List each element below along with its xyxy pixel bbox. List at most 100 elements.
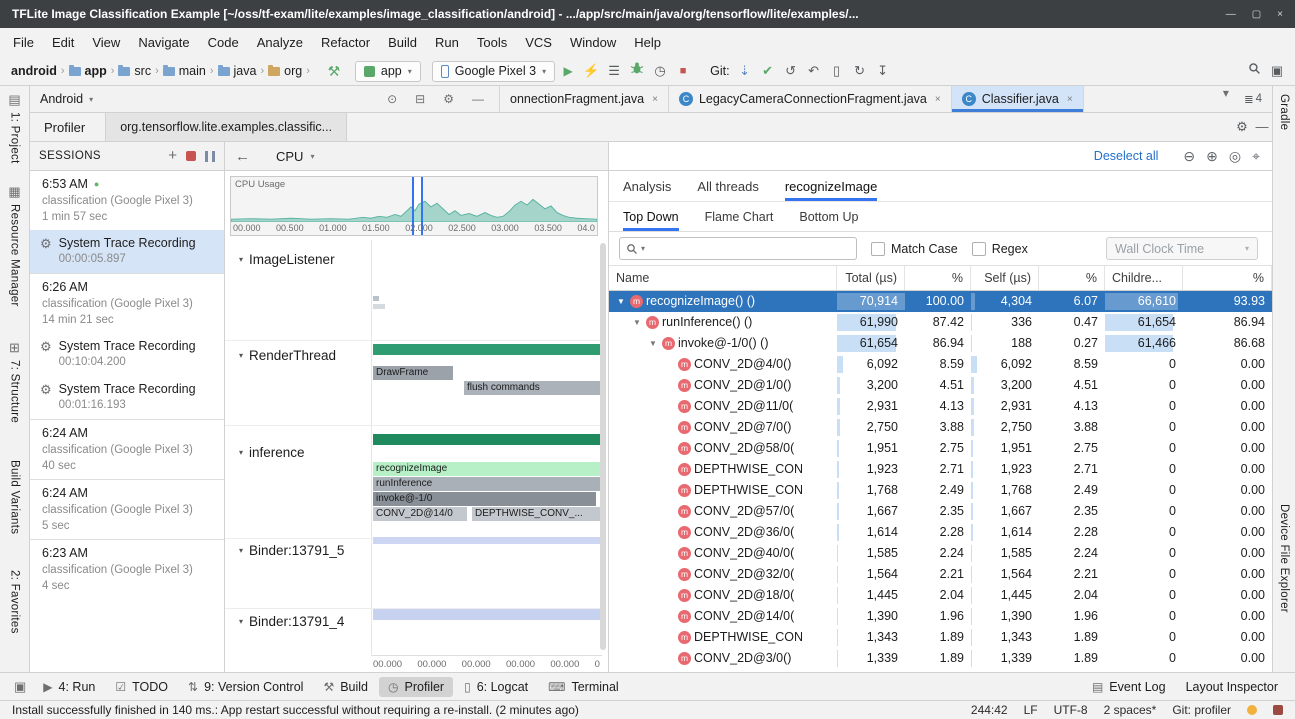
trace-span-conv2d[interactable]: CONV_2D@14/0 (373, 507, 467, 521)
column-self-pct[interactable]: % (1039, 266, 1105, 290)
table-row[interactable]: m CONV_2D@32/0( 1,564 2.21 1,564 2.21 0 … (609, 564, 1272, 585)
table-row[interactable]: m CONV_2D@40/0( 1,585 2.24 1,585 2.24 0 … (609, 543, 1272, 564)
menu-item[interactable]: Window (561, 35, 625, 50)
sidebar-item-resource-manager[interactable]: ▦ Resource Manager (0, 184, 29, 307)
cursor-position[interactable]: 244:42 (971, 703, 1008, 717)
indent-style[interactable]: 2 spaces* (1104, 703, 1157, 717)
sdk-manager-icon[interactable]: ↧ (873, 61, 893, 81)
zoom-in-icon[interactable]: ⊕ (1206, 148, 1218, 165)
session-entry[interactable]: 6:26 AM classification (Google Pixel 3) … (30, 273, 224, 333)
column-total[interactable]: Total (µs) (837, 266, 905, 290)
render-thread-activity-bar[interactable] (373, 344, 600, 355)
run-configuration-select[interactable]: app ▾ (355, 61, 421, 82)
locate-file-icon[interactable]: ⊙ (382, 92, 402, 106)
column-children-pct[interactable]: % (1183, 266, 1272, 290)
git-rollback-button[interactable]: ↶ (804, 61, 824, 81)
file-encoding[interactable]: UTF-8 (1054, 703, 1088, 717)
column-children[interactable]: Childre... (1105, 266, 1183, 290)
event-log-button[interactable]: ▤Event Log (1083, 677, 1175, 697)
table-row[interactable]: m CONV_2D@57/0( 1,667 2.35 1,667 2.35 0 … (609, 501, 1272, 522)
line-separator[interactable]: LF (1024, 703, 1038, 717)
editor-tab[interactable]: onnectionFragment.java × (500, 86, 669, 112)
menu-item[interactable]: View (83, 35, 129, 50)
project-settings-icon[interactable]: ⚙ (438, 92, 459, 106)
tab-analysis[interactable]: Analysis (623, 171, 671, 201)
sidebar-item-device-file-explorer[interactable]: Device File Explorer (1273, 504, 1295, 613)
close-tab-icon[interactable]: × (652, 94, 658, 105)
session-entry[interactable]: 6:23 AM classification (Google Pixel 3) … (30, 539, 224, 599)
breadcrumb-item[interactable]: android (8, 64, 60, 78)
sidebar-item-gradle[interactable]: Gradle (1273, 94, 1295, 130)
table-row[interactable]: m CONV_2D@36/0( 1,614 2.28 1,614 2.28 0 … (609, 522, 1272, 543)
menu-item[interactable]: Edit (43, 35, 83, 50)
layout-inspector-button[interactable]: Layout Inspector (1177, 677, 1287, 697)
menu-item[interactable]: Code (199, 35, 248, 50)
session-entry[interactable]: 6:24 AM classification (Google Pixel 3) … (30, 479, 224, 539)
chevron-down-icon[interactable]: ▾ (239, 546, 243, 555)
hide-profiler-icon[interactable]: — (1252, 117, 1272, 137)
tool-window-todo[interactable]: ☑TODO (106, 677, 177, 697)
profile-button[interactable]: ◷ (650, 61, 670, 81)
table-row[interactable]: m CONV_2D@7/0() 2,750 3.88 2,750 3.88 0 … (609, 417, 1272, 438)
editor-tab[interactable]: C LegacyCameraConnectionFragment.java × (669, 86, 952, 112)
menu-item[interactable]: VCS (516, 35, 561, 50)
cpu-usage-chart[interactable]: CPU Usage 00.00000.50001.00001.50002.000… (230, 176, 598, 236)
table-row[interactable]: m CONV_2D@3/0() 1,339 1.89 1,339 1.89 0 … (609, 648, 1272, 669)
thread-image-listener[interactable]: ▾ImageListener (239, 252, 335, 267)
tab-bottom-up[interactable]: Bottom Up (799, 202, 858, 231)
maximize-window-icon[interactable]: ▢ (1252, 9, 1261, 20)
binder4-activity-bar[interactable] (373, 609, 600, 620)
expander-icon[interactable]: ▼ (631, 312, 643, 333)
tool-window-build[interactable]: ⚒Build (314, 677, 377, 697)
sidebar-item-project[interactable]: ▤ 1: Project (0, 92, 29, 164)
editor-tab-selected[interactable]: C Classifier.java × (952, 86, 1084, 112)
inference-activity-bar[interactable] (373, 434, 600, 445)
tab-flame-chart[interactable]: Flame Chart (705, 202, 774, 231)
expander-icon[interactable]: ▼ (615, 291, 627, 312)
table-row[interactable]: m CONV_2D@1/0() 3,200 4.51 3,200 4.51 0 … (609, 375, 1272, 396)
thread-inference[interactable]: ▾inference (239, 445, 305, 460)
profiler-session-tab[interactable]: org.tensorflow.lite.examples.classific..… (105, 113, 347, 141)
recording-entry-selected[interactable]: ⚙ System Trace Recording 00:00:05.897 (30, 230, 224, 273)
table-row[interactable]: m CONV_2D@14/0( 1,390 1.96 1,390 1.96 0 … (609, 606, 1272, 627)
device-select[interactable]: Google Pixel 3 ▾ (432, 61, 555, 82)
table-row[interactable]: m DEPTHWISE_CON 1,768 2.49 1,768 2.49 0 … (609, 480, 1272, 501)
sidebar-item-build-variants[interactable]: Build Variants (0, 460, 29, 534)
column-name[interactable]: Name (609, 266, 837, 290)
git-update-button[interactable]: ⇣ (735, 61, 755, 81)
table-row[interactable]: ▼ m recognizeImage() () 70,914 100.00 4,… (609, 291, 1272, 312)
menu-item[interactable]: Run (426, 35, 468, 50)
menu-item[interactable]: Help (625, 35, 670, 50)
debug-button[interactable] (627, 61, 647, 81)
reset-zoom-icon[interactable]: ◎ (1229, 148, 1241, 165)
menu-item[interactable]: Build (379, 35, 426, 50)
collapse-all-icon[interactable]: ⊟ (410, 92, 430, 106)
breadcrumb-item[interactable]: app (66, 64, 110, 78)
tool-window-profiler[interactable]: ◷Profiler (379, 677, 453, 697)
vertical-scrollbar[interactable] (600, 243, 606, 650)
git-history-button[interactable]: ↺ (781, 61, 801, 81)
regex-checkbox[interactable]: Regex (972, 242, 1028, 256)
close-tab-icon[interactable]: × (1067, 94, 1073, 105)
project-view-selector[interactable]: Android ▾ (40, 92, 93, 106)
match-case-checkbox[interactable]: Match Case (871, 242, 958, 256)
tool-window-run[interactable]: ▶4: Run (34, 677, 104, 697)
menu-item[interactable]: Analyze (248, 35, 312, 50)
apply-changes-button[interactable]: ⚡ (581, 61, 601, 81)
zoom-out-icon[interactable]: ⊖ (1183, 148, 1195, 165)
profiler-settings-icon[interactable]: ⚙ (1232, 117, 1252, 137)
deselect-all-link[interactable]: Deselect all (1094, 149, 1159, 163)
table-row[interactable]: ▼ m invoke@-1/0() () 61,654 86.94 188 0.… (609, 333, 1272, 354)
sync-project-icon[interactable]: ↻ (850, 61, 870, 81)
git-commit-button[interactable]: ✔ (758, 61, 778, 81)
tool-window-logcat[interactable]: ▯6: Logcat (455, 677, 537, 697)
status-message[interactable]: Install successfully finished in 140 ms.… (12, 703, 579, 717)
sidebar-item-structure[interactable]: ⊞ 7: Structure (0, 340, 29, 423)
thread-binder-5[interactable]: ▾Binder:13791_5 (239, 543, 344, 558)
menu-item[interactable]: File (4, 35, 43, 50)
tab-all-threads[interactable]: All threads (697, 171, 758, 201)
chevron-down-icon[interactable]: ▾ (239, 617, 243, 626)
thread-render-thread[interactable]: ▾RenderThread (239, 348, 336, 363)
thread-activity-bar[interactable] (373, 296, 379, 301)
column-total-pct[interactable]: % (905, 266, 971, 290)
